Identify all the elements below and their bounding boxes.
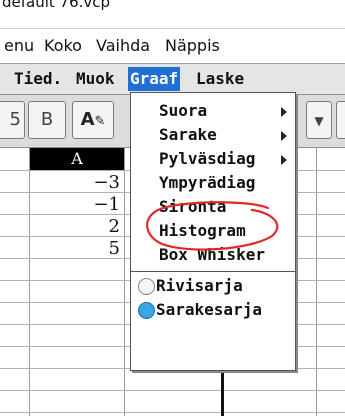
menu-separator xyxy=(131,271,295,272)
menu-item-sironta[interactable]: Sironta xyxy=(131,195,295,219)
grid-line xyxy=(0,412,345,413)
menu-graaf[interactable]: Graaf xyxy=(128,67,181,91)
menu-tied[interactable]: Tied. xyxy=(14,69,62,88)
menu-item-label: Box Whisker xyxy=(159,245,265,264)
submenu-arrow-icon xyxy=(281,107,287,117)
grid-line xyxy=(316,148,317,416)
bold-button[interactable]: B xyxy=(28,101,66,139)
menu-item-vaihda[interactable]: Vaihda xyxy=(96,36,150,55)
menu-item-box-whisker[interactable]: Box Whisker xyxy=(131,243,295,267)
radio-sarakesarja[interactable]: Sarakesarja xyxy=(131,298,295,322)
bold-label: B xyxy=(40,109,54,130)
graaf-dropdown-menu: Suora Sarake Pylväsdiag Ympyrädiag Siron… xyxy=(130,92,296,371)
menu-item-label: Histogram xyxy=(159,221,246,240)
toolbar-partial-right-button[interactable] xyxy=(336,101,345,139)
menu-item-pylvasdiag[interactable]: Pylväsdiag xyxy=(131,147,295,171)
submenu-arrow-icon xyxy=(281,131,287,141)
menu-item-label: Sironta xyxy=(159,197,227,216)
radio-label: Rivisarja xyxy=(156,276,243,295)
menu-muok[interactable]: Muok xyxy=(76,69,115,88)
menu-item-label: Sarake xyxy=(159,125,217,144)
grid-line xyxy=(0,390,345,391)
cell-a2[interactable]: −1 xyxy=(30,194,120,215)
pencil-icon: ✎ xyxy=(94,114,106,129)
format-button[interactable]: A✎ xyxy=(72,101,114,139)
menu-item-nappis[interactable]: Näppis xyxy=(165,36,220,55)
window-title: default 76.vcp xyxy=(2,0,111,11)
cell-a3[interactable]: 2 xyxy=(30,216,120,237)
menu-item-koko[interactable]: Koko xyxy=(44,36,82,55)
cell-a1[interactable]: −3 xyxy=(30,172,120,193)
menu-item-label: Ympyrädiag xyxy=(159,173,256,192)
menu-item-menu[interactable]: enu xyxy=(4,36,34,55)
format-label: A xyxy=(80,109,95,130)
cell-a4[interactable]: 5 xyxy=(30,238,120,259)
radio-label: Sarakesarja xyxy=(156,300,262,319)
column-divider-thick xyxy=(221,368,224,416)
window-title-bar: default 76.vcp xyxy=(0,0,345,22)
toolbar-partial-label: 5 xyxy=(9,109,21,130)
menu-item-label: Suora xyxy=(159,101,208,120)
submenu-arrow-icon xyxy=(281,155,287,165)
app-menu-bar: Tied. Muok Graaf Laske xyxy=(0,64,345,95)
column-header-a[interactable]: A xyxy=(30,148,124,170)
radio-button-icon xyxy=(138,278,155,295)
chevron-down-icon: ▼ xyxy=(314,114,324,128)
menu-item-histogram[interactable]: Histogram xyxy=(131,219,295,243)
grid-line xyxy=(124,148,125,416)
radio-button-selected-icon xyxy=(138,302,155,319)
toolbar-partial-button[interactable]: 5 xyxy=(0,101,25,139)
menu-item-ympyradiag[interactable]: Ympyrädiag xyxy=(131,171,295,195)
toolbar-dropdown-button[interactable]: ▼ xyxy=(306,101,332,139)
menu-item-label: Pylväsdiag xyxy=(159,149,256,168)
menu-item-sarake[interactable]: Sarake xyxy=(131,123,295,147)
menu-item-suora[interactable]: Suora xyxy=(131,99,295,123)
menu-laske[interactable]: Laske xyxy=(196,69,244,88)
system-menu-bar: enu Koko Vaihda Näppis xyxy=(0,28,345,64)
radio-rivisarja[interactable]: Rivisarja xyxy=(131,274,295,298)
